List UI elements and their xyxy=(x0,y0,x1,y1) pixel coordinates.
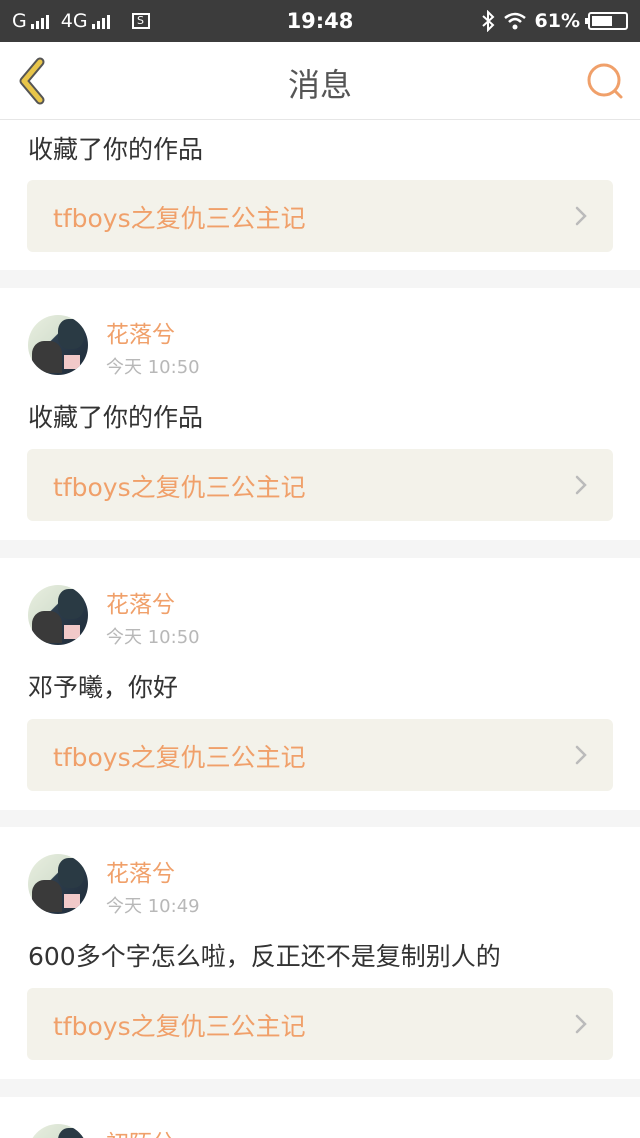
battery-level-fill xyxy=(592,16,612,26)
work-link[interactable]: tfboys之复仇三公主记 xyxy=(27,719,613,791)
work-title: tfboys之复仇三公主记 xyxy=(53,473,306,502)
message-text: 600多个字怎么啦，反正还不是复制别人的 xyxy=(28,942,501,971)
message-text: 收藏了你的作品 xyxy=(28,403,204,432)
message-text: 邓予曦，你好 xyxy=(28,673,179,702)
status-right: 61% xyxy=(388,10,628,32)
bluetooth-icon xyxy=(481,10,494,32)
work-link[interactable]: tfboys之复仇三公主记 xyxy=(27,180,613,252)
work-title: tfboys之复仇三公主记 xyxy=(53,1012,306,1041)
user-name[interactable]: 花落兮 xyxy=(106,854,175,888)
avatar[interactable] xyxy=(28,854,88,914)
avatar[interactable] xyxy=(28,585,88,645)
page-title: 消息 xyxy=(287,66,352,104)
chevron-right-icon xyxy=(575,475,587,495)
message-card: 花落兮 今天 10:50 邓予曦，你好 tfboys之复仇三公主记 xyxy=(0,558,640,810)
signal-icon xyxy=(30,13,49,29)
clock: 19:48 xyxy=(286,9,354,33)
nav-bar: 消息 xyxy=(0,42,640,120)
wifi-icon xyxy=(503,12,526,30)
chevron-right-icon xyxy=(575,1014,587,1034)
battery-icon xyxy=(585,12,628,30)
timestamp: 今天 10:49 xyxy=(106,896,200,917)
avatar[interactable] xyxy=(28,1124,88,1138)
message-card: 花落兮 今天 10:50 收藏了你的作品 tfboys之复仇三公主记 xyxy=(0,288,640,540)
message-card: 花落兮 今天 10:49 600多个字怎么啦，反正还不是复制别人的 tfboys… xyxy=(0,827,640,1079)
battery-percent: 61% xyxy=(534,10,580,32)
sim-icon: S xyxy=(131,13,150,29)
chevron-right-icon xyxy=(575,745,587,765)
search-icon[interactable] xyxy=(584,60,626,102)
message-card: 收藏了你的作品 tfboys之复仇三公主记 xyxy=(0,120,640,270)
user-name[interactable]: 花落兮 xyxy=(106,315,175,349)
network-type-label: 4G xyxy=(60,10,88,32)
user-name[interactable]: 花落兮 xyxy=(106,585,175,619)
status-left: G 4G S xyxy=(12,10,252,32)
signal-icon xyxy=(91,13,110,29)
chevron-right-icon xyxy=(575,206,587,226)
carrier-label: G xyxy=(12,10,27,32)
message-text: 收藏了你的作品 xyxy=(28,135,204,164)
user-name[interactable]: 初陌兮 xyxy=(106,1124,175,1138)
work-link[interactable]: tfboys之复仇三公主记 xyxy=(27,449,613,521)
work-title: tfboys之复仇三公主记 xyxy=(53,204,306,233)
timestamp: 今天 10:50 xyxy=(106,627,200,648)
message-card: 初陌兮 xyxy=(0,1097,640,1138)
timestamp: 今天 10:50 xyxy=(106,357,200,378)
avatar[interactable] xyxy=(28,315,88,375)
work-link[interactable]: tfboys之复仇三公主记 xyxy=(27,988,613,1060)
work-title: tfboys之复仇三公主记 xyxy=(53,743,306,772)
status-bar: G 4G S 19:48 61% xyxy=(0,0,640,42)
